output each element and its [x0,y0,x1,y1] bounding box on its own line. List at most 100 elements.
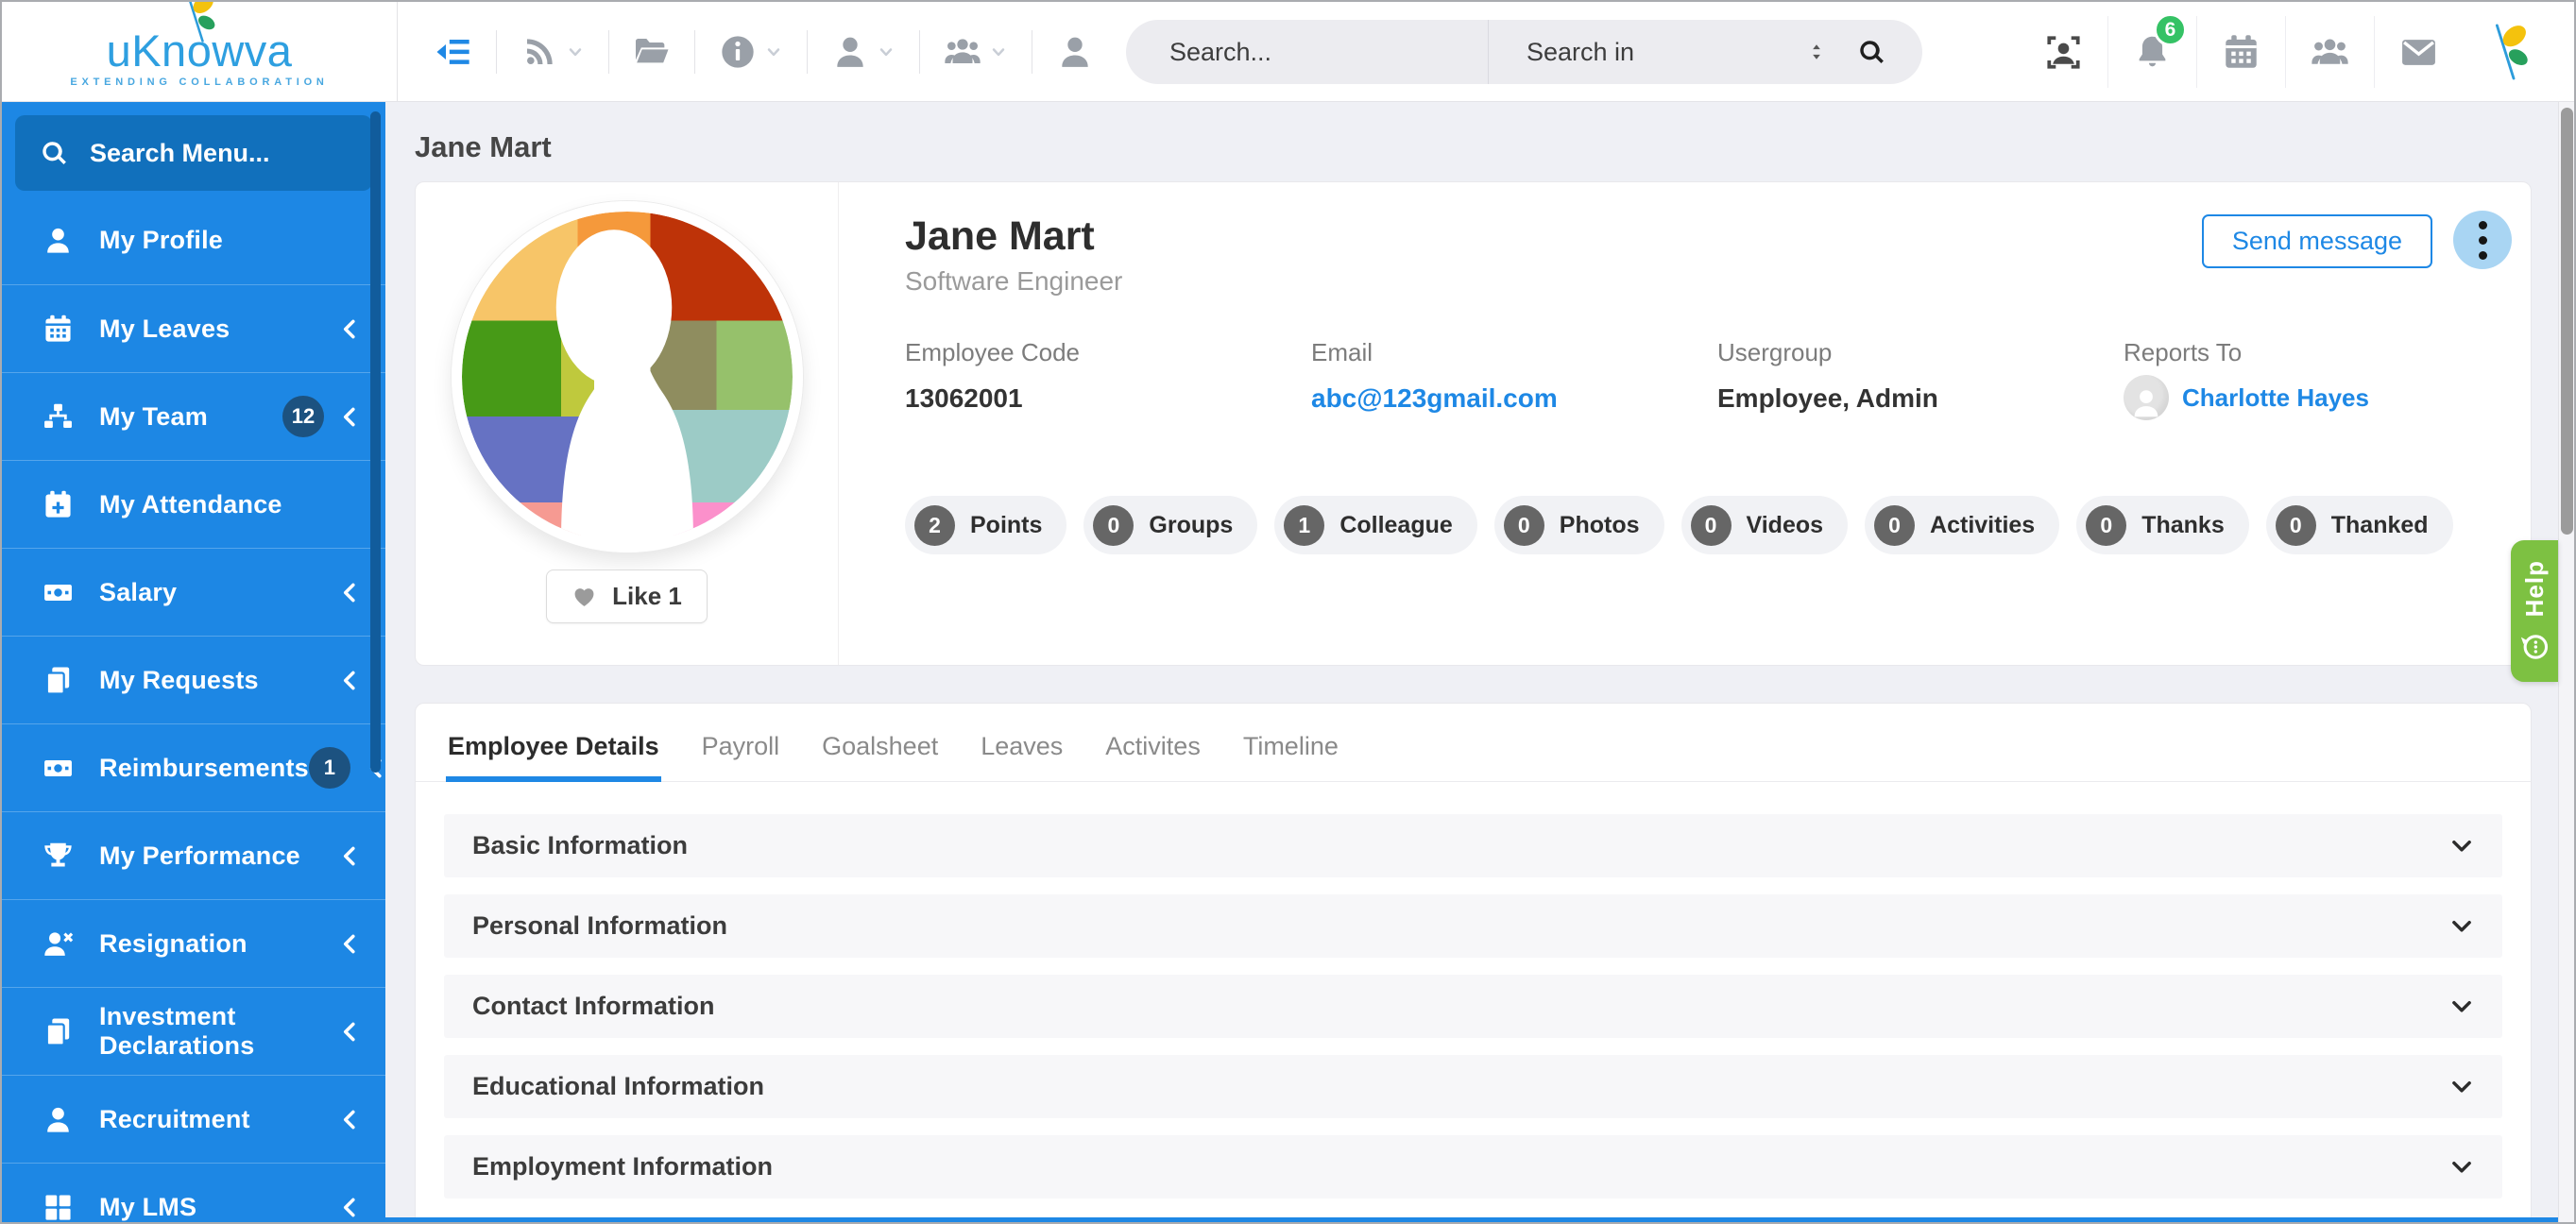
groups-menu-button[interactable] [920,2,1032,101]
sidebar-item-resignation[interactable]: Resignation [2,899,385,987]
sidebar-item-my-performance[interactable]: My Performance [2,811,385,899]
stat-thanks[interactable]: 0Thanks [2076,496,2249,554]
tab-leaves[interactable]: Leaves [981,732,1063,781]
face-attendance-button[interactable] [2020,2,2107,102]
field-label: Usergroup [1717,338,2124,367]
sidebar-item-label: Salary [99,578,339,607]
caret-down-icon [877,42,896,61]
sidebar-item-label: My Profile [99,226,361,255]
chevron-left-icon [339,845,361,867]
stat-count: 0 [2276,505,2316,546]
page-scrollbar-thumb[interactable] [2561,108,2573,535]
details-card: Employee Details Payroll Goalsheet Leave… [415,703,2532,1222]
stat-count: 0 [1874,505,1915,546]
sidebar-item-salary[interactable]: Salary [2,548,385,636]
uknowva-mini-logo[interactable] [2463,2,2557,102]
sidebar-item-my-attendance[interactable]: My Attendance [2,460,385,548]
info-menu-button[interactable] [695,2,807,101]
sidebar-item-reimbursements[interactable]: Reimbursements 1 [2,723,385,811]
tab-goalsheet[interactable]: Goalsheet [822,732,938,781]
chevron-down-icon [2449,994,2474,1019]
sidebar-item-my-team[interactable]: My Team 12 [2,372,385,460]
sidebar-item-my-lms[interactable]: My LMS [2,1163,385,1224]
tab-timeline[interactable]: Timeline [1243,732,1339,781]
colleagues-button[interactable] [2286,2,2374,102]
field-usergroup: Usergroup Employee, Admin [1717,338,2124,420]
accordion-personal-information[interactable]: Personal Information [444,894,2502,958]
profile-avatar[interactable] [452,201,803,552]
sidebar-item-my-requests[interactable]: My Requests [2,636,385,723]
money-icon [40,753,76,784]
sidebar-item-label: Recruitment [99,1105,339,1134]
stat-label: Points [970,512,1042,539]
notifications-button[interactable]: 6 [2108,2,2196,102]
folder-icon [633,33,671,71]
sidebar-item-my-profile[interactable]: My Profile [2,196,385,284]
sidebar-item-investment-declarations[interactable]: Investment Declarations [2,987,385,1075]
sidebar-item-my-leaves[interactable]: My Leaves [2,284,385,372]
documents-button[interactable] [609,2,694,101]
stat-count: 0 [1093,505,1134,546]
profile-button[interactable] [1032,2,1117,101]
calendar-button[interactable] [2197,2,2285,102]
sidebar-item-label: My Team [99,402,282,432]
tab-payroll[interactable]: Payroll [702,732,780,781]
uknowva-logo[interactable]: uKnowva EXTENDING COLLABORATION [70,28,328,88]
help-tab[interactable]: Help [2511,540,2558,682]
heart-icon [571,584,597,609]
collapse-sidebar-button[interactable] [411,2,496,101]
sidebar-item-label: My Performance [99,842,339,871]
caret-down-icon [989,42,1008,61]
face-scan-icon [2044,33,2083,72]
send-message-button[interactable]: Send message [2202,214,2432,268]
search-input[interactable] [1126,20,1488,84]
accordion-contact-information[interactable]: Contact Information [444,975,2502,1038]
chat-support-icon [2519,632,2550,662]
rss-icon [520,33,558,71]
field-value: Employee, Admin [1717,383,2124,414]
stat-photos[interactable]: 0Photos [1494,496,1664,554]
logo-panel: uKnowva EXTENDING COLLABORATION [2,2,398,101]
quick-toolbar [411,2,1117,101]
tab-employee-details[interactable]: Employee Details [448,732,659,781]
team-count-badge: 12 [282,396,324,437]
like-button[interactable]: Like 1 [546,570,708,623]
chevron-left-icon [339,406,361,428]
feeds-button[interactable] [497,2,608,101]
accordion-basic-information[interactable]: Basic Information [444,814,2502,877]
search-submit-button[interactable] [1827,20,1922,84]
search-icon [40,139,69,168]
stat-groups[interactable]: 0Groups [1083,496,1257,554]
sidebar-search-box[interactable] [15,115,372,191]
more-options-button[interactable] [2453,211,2512,269]
user-menu-button[interactable] [808,2,919,101]
sidebar-item-label: My Requests [99,666,339,695]
tab-activites[interactable]: Activites [1105,732,1201,781]
uknowva-leaf-icon [2487,21,2533,83]
stat-label: Activities [1930,512,2035,539]
email-link[interactable]: abc@123gmail.com [1311,383,1717,414]
user-icon [831,33,869,71]
details-tabs: Employee Details Payroll Goalsheet Leave… [416,704,2531,782]
messages-button[interactable] [2375,2,2463,102]
mail-icon [2399,33,2438,72]
sidebar-scrollbar[interactable] [370,111,381,773]
info-icon [719,33,757,71]
stat-points[interactable]: 2Points [905,496,1066,554]
caret-down-icon [764,42,783,61]
page-scrollbar-track[interactable] [2558,102,2574,1222]
stat-activities[interactable]: 0 Activities [1865,496,2059,554]
sidebar-item-recruitment[interactable]: Recruitment [2,1075,385,1163]
accordion-employment-information[interactable]: Employment Information [444,1135,2502,1198]
documents-icon [40,1016,76,1047]
stat-colleague[interactable]: 1Colleague [1274,496,1476,554]
stat-thanked[interactable]: 0Thanked [2266,496,2453,554]
accordion-educational-information[interactable]: Educational Information [444,1055,2502,1118]
stat-videos[interactable]: 0Videos [1681,496,1849,554]
user-icon [40,225,76,256]
search-scope-select[interactable]: Search in [1489,20,1827,84]
sidebar-item-label: Investment Declarations [99,1002,339,1061]
manager-link[interactable]: Charlotte Hayes [2182,383,2369,413]
field-reports-to: Reports To Charlotte Hayes [2124,338,2369,420]
profile-card: Like 1 Jane Mart Software Engineer Send … [415,181,2532,666]
